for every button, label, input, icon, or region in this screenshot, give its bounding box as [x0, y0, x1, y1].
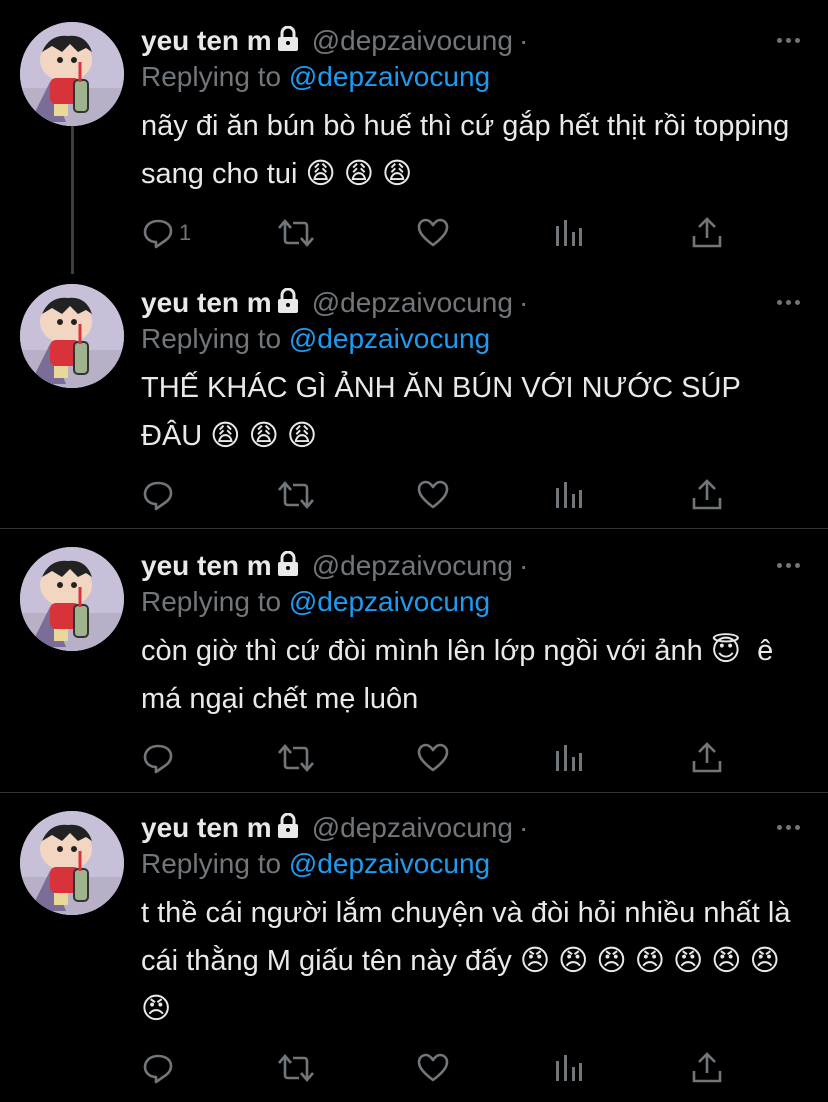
analytics-icon	[556, 1055, 582, 1081]
lock-icon	[277, 813, 298, 838]
retweet-icon	[278, 481, 314, 509]
analytics-icon	[556, 745, 582, 771]
replying-to-label: Replying to	[141, 586, 282, 617]
avatar[interactable]	[20, 22, 124, 126]
replying-to-handle[interactable]: @depzaivocung	[289, 586, 490, 617]
replying-to: Replying to @depzaivocung	[141, 585, 490, 619]
action-bar	[141, 478, 741, 514]
action-bar	[141, 741, 741, 777]
retweet-button[interactable]	[277, 216, 315, 250]
heart-icon	[417, 480, 449, 509]
like-button[interactable]	[416, 478, 450, 512]
author-name[interactable]: yeu ten m	[141, 550, 272, 581]
retweet-icon	[278, 744, 314, 772]
tweet-text: còn giờ thì cứ đòi mình lên lớp ngồi với…	[141, 635, 782, 715]
reply-count: 1	[179, 220, 192, 245]
heart-icon	[417, 1053, 449, 1082]
tweet-header: yeu ten m @depzaivocung ·	[141, 24, 528, 58]
replying-to-handle[interactable]: @depzaivocung	[289, 61, 490, 92]
separator-dot: ·	[518, 25, 529, 56]
like-button[interactable]	[416, 1051, 450, 1085]
share-icon	[692, 1052, 722, 1083]
share-icon	[692, 479, 722, 510]
thread-line	[71, 124, 74, 274]
lock-icon	[277, 26, 298, 51]
avatar-image	[20, 284, 124, 388]
avatar[interactable]	[20, 811, 124, 915]
replying-to-handle[interactable]: @depzaivocung	[289, 323, 490, 354]
analytics-button[interactable]	[554, 216, 584, 250]
tweet-text: nãy đi ăn bún bò huế thì cứ gắp hết thịt…	[141, 110, 798, 190]
reply-icon	[143, 219, 173, 249]
replying-to-label: Replying to	[141, 848, 282, 879]
tweet[interactable]: yeu ten m @depzaivocung · Replying to @dep…	[0, 262, 828, 528]
separator-dot: ·	[518, 550, 529, 581]
retweet-button[interactable]	[277, 478, 315, 512]
reply-icon	[143, 481, 173, 511]
separator-dot: ·	[518, 812, 529, 843]
reply-button[interactable]: 1	[141, 216, 191, 250]
share-icon	[692, 217, 722, 248]
more-icon[interactable]	[777, 825, 800, 830]
more-icon[interactable]	[777, 38, 800, 43]
share-icon	[692, 742, 722, 773]
avatar-image	[20, 22, 124, 126]
reply-button[interactable]	[141, 1051, 175, 1085]
retweet-icon	[278, 219, 314, 247]
action-bar	[141, 1051, 741, 1087]
reply-button[interactable]	[141, 741, 175, 775]
tweet-header: yeu ten m @depzaivocung ·	[141, 549, 528, 583]
avatar-image	[20, 547, 124, 651]
heart-icon	[417, 743, 449, 772]
tweet[interactable]: yeu ten m @depzaivocung · Replying to @dep…	[0, 0, 828, 274]
author-name[interactable]: yeu ten m	[141, 25, 272, 56]
heart-icon	[417, 218, 449, 247]
lock-icon	[277, 288, 298, 313]
tweet-header: yeu ten m @depzaivocung ·	[141, 811, 528, 845]
author-handle[interactable]: @depzaivocung	[312, 287, 513, 318]
analytics-button[interactable]	[554, 478, 584, 512]
retweet-button[interactable]	[277, 1051, 315, 1085]
analytics-button[interactable]	[554, 741, 584, 775]
replying-to: Replying to @depzaivocung	[141, 847, 490, 881]
like-button[interactable]	[416, 741, 450, 775]
analytics-button[interactable]	[554, 1051, 584, 1085]
tweet[interactable]: yeu ten m @depzaivocung · Replying to @dep…	[0, 528, 828, 792]
author-name[interactable]: yeu ten m	[141, 812, 272, 843]
analytics-icon	[556, 220, 582, 246]
replying-to: Replying to @depzaivocung	[141, 60, 490, 94]
share-button[interactable]	[691, 216, 723, 250]
reply-icon	[143, 1054, 173, 1084]
retweet-button[interactable]	[277, 741, 315, 775]
avatar[interactable]	[20, 284, 124, 388]
avatar-image	[20, 811, 124, 915]
replying-to-handle[interactable]: @depzaivocung	[289, 848, 490, 879]
share-button[interactable]	[691, 478, 723, 512]
analytics-icon	[556, 482, 582, 508]
tweet[interactable]: yeu ten m @depzaivocung · Replying to @dep…	[0, 792, 828, 1102]
like-button[interactable]	[416, 216, 450, 250]
author-handle[interactable]: @depzaivocung	[312, 25, 513, 56]
tweet-text: THẾ KHÁC GÌ ẢNH ĂN BÚN VỚI NƯỚC SÚP ĐÂU …	[141, 372, 749, 452]
author-name[interactable]: yeu ten m	[141, 287, 272, 318]
replying-to-label: Replying to	[141, 61, 282, 92]
replying-to: Replying to @depzaivocung	[141, 322, 490, 356]
tweet-text: t thề cái người lắm chuyện và đòi hỏi nh…	[141, 897, 799, 1025]
author-handle[interactable]: @depzaivocung	[312, 550, 513, 581]
more-icon[interactable]	[777, 300, 800, 305]
tweet-header: yeu ten m @depzaivocung ·	[141, 286, 528, 320]
action-bar: 1	[141, 216, 741, 252]
share-button[interactable]	[691, 741, 723, 775]
reply-icon	[143, 744, 173, 774]
avatar[interactable]	[20, 547, 124, 651]
lock-icon	[277, 551, 298, 576]
replying-to-label: Replying to	[141, 323, 282, 354]
share-button[interactable]	[691, 1051, 723, 1085]
more-icon[interactable]	[777, 563, 800, 568]
author-handle[interactable]: @depzaivocung	[312, 812, 513, 843]
separator-dot: ·	[518, 287, 529, 318]
reply-button[interactable]	[141, 478, 175, 512]
retweet-icon	[278, 1054, 314, 1082]
